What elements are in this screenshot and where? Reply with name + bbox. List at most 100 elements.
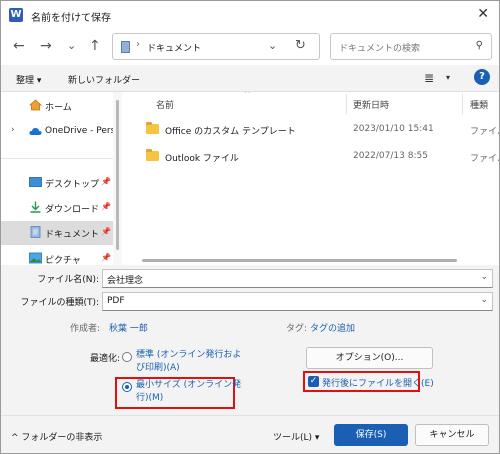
save-button[interactable]: 保存(S) <box>334 424 408 446</box>
sidebar-scrollbar[interactable] <box>113 92 122 265</box>
sidebar-item-label: ダウンロード <box>45 205 100 215</box>
sidebar-item-documents[interactable]: ドキュメント 📌 <box>1 221 113 245</box>
file-list: ^ 名前 更新日時 種類 Office のカスタム テンプレート 2023/01… <box>122 92 499 265</box>
tag-label: タグ: <box>286 324 308 334</box>
recent-locations-chevron-icon[interactable]: ⌄ <box>67 38 76 54</box>
option-min-line2: 行)(M) <box>136 393 164 403</box>
documents-icon <box>121 41 130 53</box>
sidebar-item-label: ピクチャ <box>45 256 81 265</box>
file-name: Office のカスタム テンプレート <box>165 127 296 137</box>
file-type: ファイル <box>470 154 499 164</box>
navigation-pane: ホーム › OneDrive - Perso デスクトップ 📌 ダウンロード 📌… <box>1 92 113 265</box>
desktop-icon <box>29 177 42 187</box>
sort-ascending-icon: ^ <box>244 92 251 98</box>
file-row[interactable]: Outlook ファイル 2022/07/13 8:55 ファイル <box>122 145 499 169</box>
sidebar-divider <box>1 158 113 159</box>
scrollbar-thumb[interactable] <box>116 100 119 250</box>
word-app-icon: W <box>9 8 23 22</box>
file-list-scrollbar[interactable] <box>122 255 499 265</box>
chevron-down-icon[interactable]: ⌄ <box>480 272 488 282</box>
download-icon <box>30 201 41 213</box>
view-options-icon[interactable]: ≣ <box>424 71 434 85</box>
pictures-icon <box>29 252 42 264</box>
chevron-down-icon[interactable]: ⌄ <box>480 295 488 305</box>
navigation-bar: ← → ⌄ ↑ › ドキュメント ⌄ ↻ ドキュメントの検索 ⚲ <box>1 29 499 65</box>
column-header-type[interactable]: 種類 <box>470 98 488 111</box>
sidebar-item-home[interactable]: ホーム <box>1 94 113 118</box>
sidebar-item-onedrive[interactable]: › OneDrive - Perso <box>1 120 113 144</box>
options-button[interactable]: オプション(O)... <box>306 347 433 369</box>
author-label: 作成者: <box>70 324 101 334</box>
hide-folders-toggle[interactable]: ^ フォルダーの非表示 <box>11 430 102 443</box>
option-standard-line1: 標準 (オンライン発行およ <box>136 350 242 360</box>
sidebar-item-downloads[interactable]: ダウンロード 📌 <box>1 196 113 220</box>
folder-icon <box>146 149 159 161</box>
address-path[interactable]: ドキュメント <box>147 41 201 54</box>
option-min-size-label[interactable]: 最小サイズ (オンライン発 行)(M) <box>136 379 241 405</box>
filename-label: ファイル名(N): <box>37 275 99 285</box>
option-min-line1: 最小サイズ (オンライン発 <box>136 380 242 390</box>
cancel-button[interactable]: キャンセル <box>415 424 489 446</box>
search-input[interactable]: ドキュメントの検索 <box>339 41 420 54</box>
radio-standard[interactable] <box>122 352 132 362</box>
filetype-label: ファイルの種類(T): <box>20 298 99 308</box>
pin-icon[interactable]: 📌 <box>101 227 111 236</box>
sidebar-item-label: OneDrive - Perso <box>45 126 113 136</box>
up-arrow-icon[interactable]: ↑ <box>89 38 101 54</box>
option-standard-label[interactable]: 標準 (オンライン発行およ び印刷)(A) <box>136 349 241 375</box>
tools-menu[interactable]: ツール(L) ▾ <box>273 430 319 443</box>
column-header-name[interactable]: 名前 <box>156 98 174 111</box>
radio-minimum-size[interactable] <box>122 382 132 392</box>
save-as-dialog: W 名前を付けて保存 ✕ ← → ⌄ ↑ › ドキュメント ⌄ ↻ ドキュメント… <box>0 0 500 454</box>
sidebar-item-desktop[interactable]: デスクトップ 📌 <box>1 171 113 195</box>
pin-icon[interactable]: 📌 <box>101 253 111 262</box>
file-list-header: ^ 名前 更新日時 種類 <box>122 92 499 114</box>
sidebar-item-label: ホーム <box>45 103 72 113</box>
home-icon <box>29 99 42 111</box>
file-type: ファイル <box>470 127 499 137</box>
new-folder-button[interactable]: 新しいフォルダー <box>68 73 140 86</box>
author-value[interactable]: 秋葉 一郎 <box>109 321 148 334</box>
option-standard-line2: び印刷)(A) <box>136 363 180 373</box>
help-icon[interactable]: ? <box>474 69 490 85</box>
dialog-title: 名前を付けて保存 <box>31 13 111 24</box>
search-box[interactable]: ドキュメントの検索 ⚲ <box>330 33 492 60</box>
documents-icon <box>30 226 41 238</box>
file-modified: 2022/07/13 8:55 <box>353 151 428 161</box>
pin-icon[interactable]: 📌 <box>101 202 111 211</box>
open-after-publish-checkbox[interactable]: ✓ <box>308 376 319 387</box>
organize-menu[interactable]: 整理 ▾ <box>16 73 41 86</box>
expand-chevron-icon[interactable]: › <box>11 125 15 135</box>
dialog-footer: ^ フォルダーの非表示 ツール(L) ▾ 保存(S) キャンセル <box>1 415 499 453</box>
sidebar-item-pictures[interactable]: ピクチャ 📌 <box>1 247 113 265</box>
forward-arrow-icon[interactable]: → <box>40 38 52 54</box>
filetype-select[interactable]: PDF ⌄ <box>102 292 493 311</box>
sidebar-item-label: ドキュメント <box>45 230 100 240</box>
chevron-down-icon[interactable]: ⌄ <box>268 39 277 52</box>
command-bar: 整理 ▾ 新しいフォルダー ≣ ▾ ? <box>1 65 499 92</box>
file-row[interactable]: Office のカスタム テンプレート 2023/01/10 15:41 ファイ… <box>122 118 499 142</box>
filename-value[interactable]: 会社理念 <box>107 273 143 286</box>
optimize-label: 最適化: <box>90 354 121 364</box>
folder-icon <box>146 122 159 134</box>
file-modified: 2023/01/10 15:41 <box>353 124 434 134</box>
title-bar: W 名前を付けて保存 ✕ <box>1 1 499 29</box>
refresh-icon[interactable]: ↻ <box>295 38 306 53</box>
search-icon[interactable]: ⚲ <box>476 40 483 51</box>
sidebar-item-label: デスクトップ <box>45 180 100 190</box>
scrollbar-thumb[interactable] <box>142 259 457 262</box>
back-arrow-icon[interactable]: ← <box>13 38 25 54</box>
open-after-publish-label[interactable]: 発行後にファイルを開く(E) <box>322 376 434 389</box>
tag-value[interactable]: タグの追加 <box>310 321 355 334</box>
column-divider[interactable] <box>346 94 347 114</box>
cloud-icon <box>29 127 42 135</box>
filename-field[interactable]: 会社理念 ⌄ <box>102 269 493 288</box>
view-dropdown-icon[interactable]: ▾ <box>446 73 450 82</box>
pin-icon[interactable]: 📌 <box>101 177 111 186</box>
address-bar[interactable]: › ドキュメント ⌄ <box>112 33 320 60</box>
column-divider[interactable] <box>462 94 463 114</box>
chevron-right-icon: › <box>136 39 140 50</box>
close-icon[interactable]: ✕ <box>477 6 489 22</box>
filetype-value[interactable]: PDF <box>107 296 125 306</box>
column-header-modified[interactable]: 更新日時 <box>353 98 389 111</box>
